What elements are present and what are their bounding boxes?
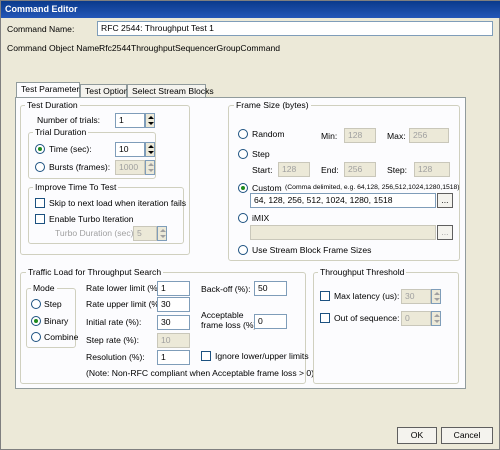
backoff-label: Back-off (%): [201,284,251,294]
bursts-label: Bursts (frames): [49,162,111,172]
max-latency-spinner[interactable] [431,289,441,304]
end-input[interactable]: 256 [344,162,376,177]
stream-sizes-label: Use Stream Block Frame Sizes [252,245,372,255]
skip-checkbox[interactable] [35,198,45,208]
min-input[interactable]: 128 [344,128,376,143]
stream-sizes-radio[interactable] [238,245,248,255]
command-name-input[interactable]: RFC 2544: Throughput Test 1 [97,21,493,36]
trials-spinner[interactable] [145,113,155,128]
time-radio[interactable] [35,144,45,154]
acceptable-label-line1: Acceptable [201,310,244,320]
trials-input[interactable]: 1 [115,113,145,128]
step-radio[interactable] [238,149,248,159]
turbo-checkbox[interactable] [35,214,45,224]
trial-duration-title: Trial Duration [33,127,89,137]
command-object-label: Command Object Name: [7,43,102,53]
turbo-label: Enable Turbo Iteration [49,214,134,224]
command-object-value: Rfc2544ThroughputSequencerGroupCommand [99,43,281,53]
step-field-label: Step: [387,165,408,175]
custom-sizes-input[interactable]: 64, 128, 256, 512, 1024, 1280, 1518 [250,193,436,208]
max-label: Max: [387,131,406,141]
rfc-note: (Note: Non-RFC compliant when Acceptable… [86,368,315,378]
improve-time-title: Improve Time To Test [33,182,119,192]
step-rate-label: Step rate (%): [86,335,140,345]
out-of-sequence-input[interactable]: 0 [401,311,431,326]
command-name-label: Command Name: [7,24,75,34]
command-editor-window: Command Editor Command Name: RFC 2544: T… [0,0,500,450]
test-duration-title: Test Duration [25,100,80,110]
mode-step-radio[interactable] [31,299,41,309]
window-title: Command Editor [1,1,500,18]
out-of-sequence-checkbox[interactable] [320,313,330,323]
max-latency-input[interactable]: 30 [401,289,431,304]
end-label: End: [321,165,339,175]
out-of-sequence-spinner[interactable] [431,311,441,326]
step-label: Step [252,149,270,159]
custom-label: Custom [252,183,282,193]
step-rate-input[interactable]: 10 [157,333,190,348]
imix-input[interactable] [250,225,436,240]
time-spinner[interactable] [145,142,155,157]
backoff-input[interactable]: 50 [254,281,287,296]
rate-lower-label: Rate lower limit (%): [86,283,163,293]
rate-upper-input[interactable]: 30 [157,297,190,312]
time-label: Time (sec): [49,144,92,154]
tab-test-parameters[interactable]: Test Parameters [16,82,84,98]
time-input[interactable]: 10 [115,142,145,157]
custom-browse-button[interactable]: ... [437,193,453,208]
bursts-spinner[interactable] [145,160,155,175]
bursts-input[interactable]: 1000 [115,160,145,175]
random-label: Random [252,129,285,139]
mode-step-label: Step [44,299,62,309]
throughput-threshold-title: Throughput Threshold [318,267,407,277]
custom-radio[interactable] [238,183,248,193]
mode-combine-label: Combine [44,332,79,342]
ok-button[interactable]: OK [397,427,437,444]
mode-binary-label: Binary [44,316,69,326]
ignore-limits-checkbox[interactable] [201,351,211,361]
mode-title: Mode [31,283,57,293]
acceptable-loss-input[interactable]: 0 [254,314,287,329]
imix-browse-button[interactable]: ... [437,225,453,240]
initial-rate-input[interactable]: 30 [157,315,190,330]
imix-radio[interactable] [238,213,248,223]
mode-combine-radio[interactable] [31,332,41,342]
out-of-sequence-label: Out of sequence: [334,313,400,323]
cancel-button[interactable]: Cancel [441,427,493,444]
rate-lower-input[interactable]: 1 [157,281,190,296]
tab-test-options[interactable]: Test Options [80,84,133,97]
skip-label: Skip to next load when iteration fails [49,198,187,208]
min-label: Min: [321,131,338,141]
initial-rate-label: Initial rate (%): [86,317,142,327]
frame-size-title: Frame Size (bytes) [234,100,311,110]
resolution-input[interactable]: 1 [157,350,190,365]
trials-label: Number of trials: [37,115,101,125]
traffic-load-title: Traffic Load for Throughput Search [26,267,164,277]
resolution-label: Resolution (%): [86,352,145,362]
bursts-radio[interactable] [35,162,45,172]
acceptable-label-line2: frame loss (%): [201,320,259,330]
start-label: Start: [252,165,273,175]
tab-select-stream-blocks[interactable]: Select Stream Blocks [127,84,214,97]
start-input[interactable]: 128 [278,162,310,177]
rate-upper-label: Rate upper limit (%): [86,299,165,309]
random-radio[interactable] [238,129,248,139]
max-latency-label: Max latency (us): [334,291,400,301]
ignore-limits-label: Ignore lower/upper limits [215,351,309,361]
turbo-duration-input[interactable]: 5 [133,226,157,241]
max-latency-checkbox[interactable] [320,291,330,301]
step-field-input[interactable]: 128 [414,162,450,177]
max-input[interactable]: 256 [409,128,449,143]
custom-hint: (Comma delimited, e.g. 64,128, 256,512,1… [285,184,460,191]
turbo-duration-label: Turbo Duration (sec): [55,228,136,238]
imix-label: iMIX [252,213,270,223]
turbo-duration-spinner[interactable] [157,226,167,241]
mode-binary-radio[interactable] [31,316,41,326]
